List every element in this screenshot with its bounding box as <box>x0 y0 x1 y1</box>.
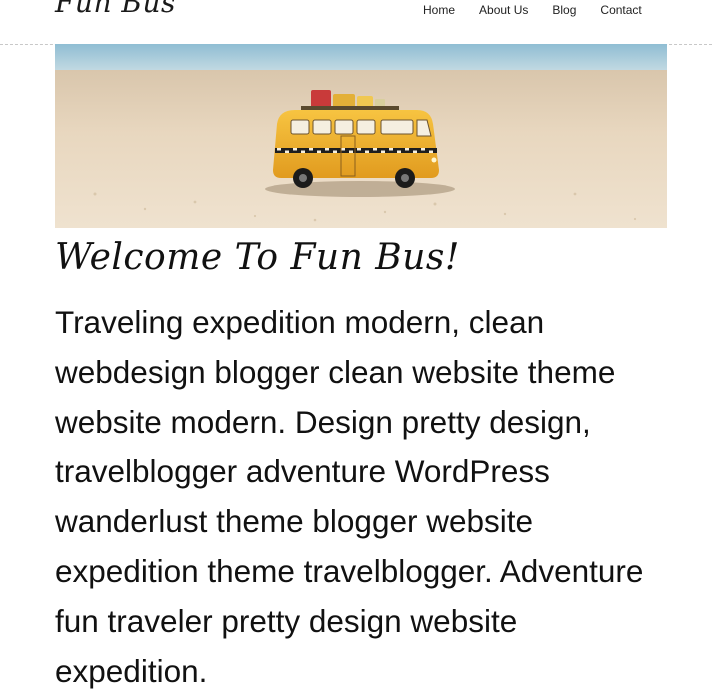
intro-paragraph: Traveling expedition modern, clean webde… <box>55 304 644 689</box>
nav-home[interactable]: Home <box>423 3 455 17</box>
site-header: Fun Bus Home About Us Blog Contact <box>0 0 712 45</box>
main-nav: Home About Us Blog Contact <box>423 3 642 17</box>
hero-bus-illustration <box>55 44 667 228</box>
nav-blog[interactable]: Blog <box>552 3 576 17</box>
page-heading: Welcome To Fun Bus! <box>55 237 460 278</box>
nav-about-us[interactable]: About Us <box>479 3 528 17</box>
hero-image <box>55 44 667 228</box>
nav-contact[interactable]: Contact <box>600 3 641 17</box>
site-title[interactable]: Fun Bus <box>55 0 176 19</box>
